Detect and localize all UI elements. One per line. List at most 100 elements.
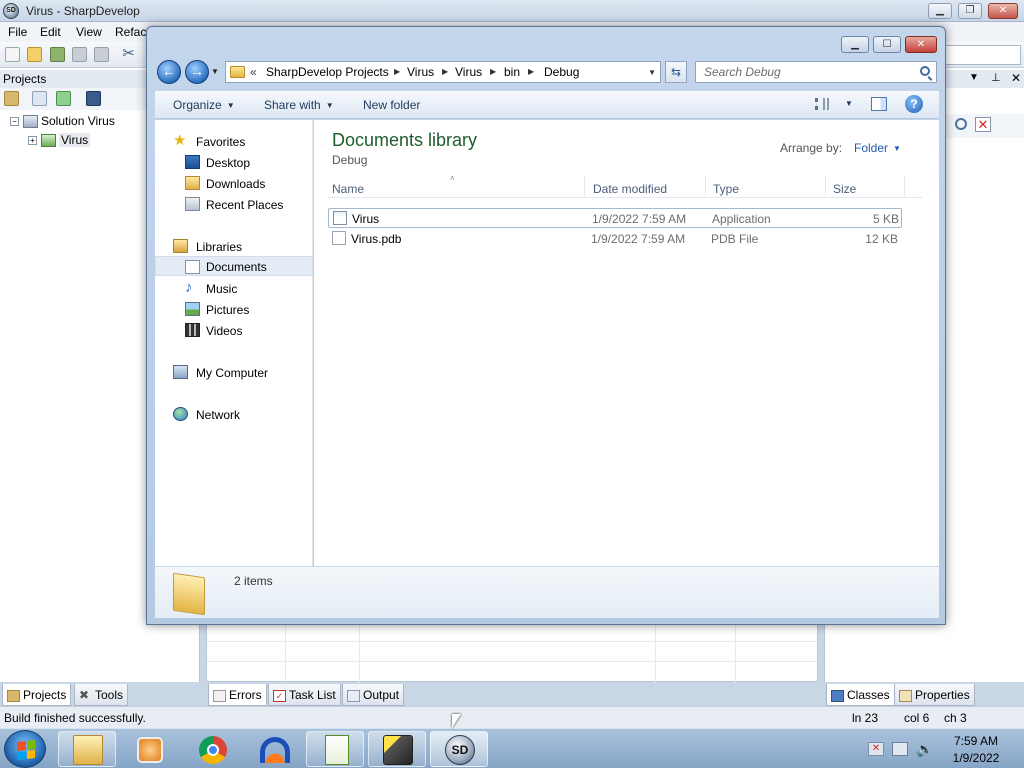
column-header-size[interactable]: Size — [833, 182, 856, 196]
recent-pages-dropdown-icon[interactable]: ▼ — [211, 67, 219, 76]
column-header-date-modified[interactable]: Date modified — [593, 182, 667, 196]
nav-item-music[interactable]: ♪ Music — [155, 278, 313, 298]
taskbar-audacity[interactable] — [244, 731, 302, 767]
column-header-type[interactable]: Type — [713, 182, 739, 196]
organize-label: Organize — [173, 98, 222, 112]
tab-task-list[interactable]: ✓ Task List — [268, 684, 341, 706]
address-overflow-chevron[interactable]: « — [250, 65, 257, 79]
refresh-button[interactable]: ⇆ — [665, 61, 687, 83]
tree-item-solution[interactable]: − Solution Virus — [10, 114, 115, 129]
nav-item-downloads[interactable]: Downloads — [155, 173, 313, 193]
project-options-icon[interactable] — [4, 91, 19, 106]
forward-button[interactable]: → — [185, 60, 209, 84]
column-divider[interactable] — [904, 176, 905, 196]
refresh-icon[interactable] — [56, 91, 71, 106]
column-divider[interactable] — [584, 176, 585, 196]
new-folder-button[interactable]: New folder — [363, 98, 420, 112]
nav-item-my-computer[interactable]: My Computer — [155, 362, 313, 382]
file-name: Virus.pdb — [351, 232, 402, 246]
file-row[interactable]: Virus 1/9/2022 7:59 AM Application 5 KB — [328, 208, 902, 228]
taskbar-sharpdevelop[interactable]: SD — [430, 731, 488, 767]
organize-button[interactable]: Organize ▼ — [173, 98, 235, 112]
network-icon[interactable] — [892, 742, 908, 756]
volume-icon[interactable]: 🔈 — [916, 742, 933, 756]
new-file-icon[interactable] — [5, 47, 20, 62]
start-button[interactable] — [4, 730, 46, 768]
menu-view[interactable]: View — [76, 25, 102, 39]
tab-tools[interactable]: ✖ Tools — [74, 684, 129, 706]
nav-item-pictures[interactable]: Pictures — [155, 299, 313, 319]
clock-date[interactable]: 1/9/2022 — [946, 751, 1006, 765]
nav-item-recent-places[interactable]: Recent Places — [155, 194, 313, 214]
menu-file[interactable]: File — [8, 25, 27, 39]
explorer-maximize-button[interactable]: ☐ — [873, 36, 901, 53]
search-input[interactable]: Search Debug — [695, 61, 937, 83]
nav-item-libraries[interactable]: Libraries — [155, 236, 313, 256]
tab-projects[interactable]: Projects — [2, 684, 72, 706]
ide-window-title: Virus - SharpDevelop — [26, 4, 140, 18]
clear-icon[interactable]: ✕ — [975, 117, 991, 132]
nav-item-documents[interactable]: Documents — [155, 256, 313, 276]
tree-item-project[interactable]: + Virus — [28, 133, 91, 148]
collapse-all-icon[interactable] — [32, 91, 47, 106]
preview-pane-icon[interactable] — [871, 97, 887, 111]
breadcrumb-virus-1[interactable]: Virus — [407, 65, 434, 79]
chevron-down-icon[interactable]: ▼ — [845, 99, 853, 108]
clock-time[interactable]: 7:59 AM — [946, 734, 1006, 748]
breadcrumb-virus-2[interactable]: Virus — [455, 65, 482, 79]
action-center-icon[interactable]: ✕ — [868, 742, 884, 756]
breadcrumb-separator-icon[interactable]: ▶ — [394, 67, 400, 76]
taskbar-explorer[interactable] — [58, 731, 116, 767]
address-history-dropdown-icon[interactable]: ▼ — [648, 68, 656, 77]
view-options-icon[interactable] — [815, 98, 829, 110]
address-bar[interactable]: « SharpDevelop Projects ▶ Virus ▶ Virus … — [225, 61, 661, 83]
tab-errors[interactable]: Errors — [208, 684, 267, 706]
arrange-by-dropdown[interactable]: Folder ▼ — [854, 141, 901, 155]
tree-expander[interactable]: + — [28, 136, 37, 146]
breadcrumb-bin[interactable]: bin — [504, 65, 520, 79]
breadcrumb-separator-icon[interactable]: ▶ — [442, 67, 448, 76]
ide-minimize-button[interactable]: ▁ — [928, 3, 952, 19]
menu-refactor[interactable]: Refact — [115, 25, 150, 39]
breadcrumb-debug[interactable]: Debug — [544, 65, 579, 79]
tab-output[interactable]: Output — [342, 684, 405, 706]
tab-classes[interactable]: Classes — [826, 684, 895, 706]
column-header-name[interactable]: Name — [332, 182, 364, 196]
taskbar-media-player[interactable] — [120, 731, 178, 767]
open-folder-icon[interactable] — [27, 47, 42, 62]
show-all-files-icon[interactable] — [86, 91, 101, 106]
explorer-minimize-button[interactable]: ▁ — [841, 36, 869, 53]
save-icon[interactable] — [72, 47, 87, 62]
breadcrumb-separator-icon[interactable]: ▶ — [490, 67, 496, 76]
taskbar-dev-tool[interactable] — [368, 731, 426, 767]
nav-item-favorites[interactable]: ★ Favorites — [155, 131, 313, 151]
menu-edit[interactable]: Edit — [40, 25, 61, 39]
breadcrumb-separator-icon[interactable]: ▶ — [528, 67, 534, 76]
taskbar-notepad[interactable] — [306, 731, 364, 767]
ide-search-box[interactable] — [945, 45, 1021, 65]
file-row[interactable]: Virus.pdb 1/9/2022 7:59 AM PDB File 12 K… — [328, 229, 902, 249]
taskbar-chrome[interactable] — [182, 731, 240, 767]
cut-icon[interactable]: ✂ — [121, 46, 136, 62]
breadcrumb-sharpdevelop-projects[interactable]: SharpDevelop Projects — [266, 65, 389, 79]
column-divider[interactable] — [705, 176, 706, 196]
panel-pin-icon[interactable]: ⊥ — [991, 71, 1001, 84]
ide-close-button[interactable]: ✕ — [988, 3, 1018, 19]
back-button[interactable]: ← — [157, 60, 181, 84]
tree-expander[interactable]: − — [10, 117, 19, 127]
help-icon[interactable]: ? — [905, 95, 923, 113]
explorer-close-button[interactable]: ✕ — [905, 36, 937, 53]
nav-item-desktop[interactable]: Desktop — [155, 152, 313, 172]
share-with-button[interactable]: Share with ▼ — [264, 98, 334, 112]
nav-item-network[interactable]: Network — [155, 404, 313, 424]
panel-menu-icon[interactable]: ▼ — [969, 72, 979, 83]
tab-properties[interactable]: Properties — [894, 684, 975, 706]
open-project-icon[interactable] — [50, 47, 65, 62]
search-icon[interactable] — [920, 66, 930, 76]
column-divider[interactable] — [825, 176, 826, 196]
save-all-icon[interactable] — [94, 47, 109, 62]
ide-restore-button[interactable]: ❐ — [958, 3, 982, 19]
nav-item-videos[interactable]: Videos — [155, 320, 313, 340]
panel-close-icon[interactable]: ✕ — [1011, 71, 1021, 85]
find-icon[interactable] — [955, 118, 967, 130]
